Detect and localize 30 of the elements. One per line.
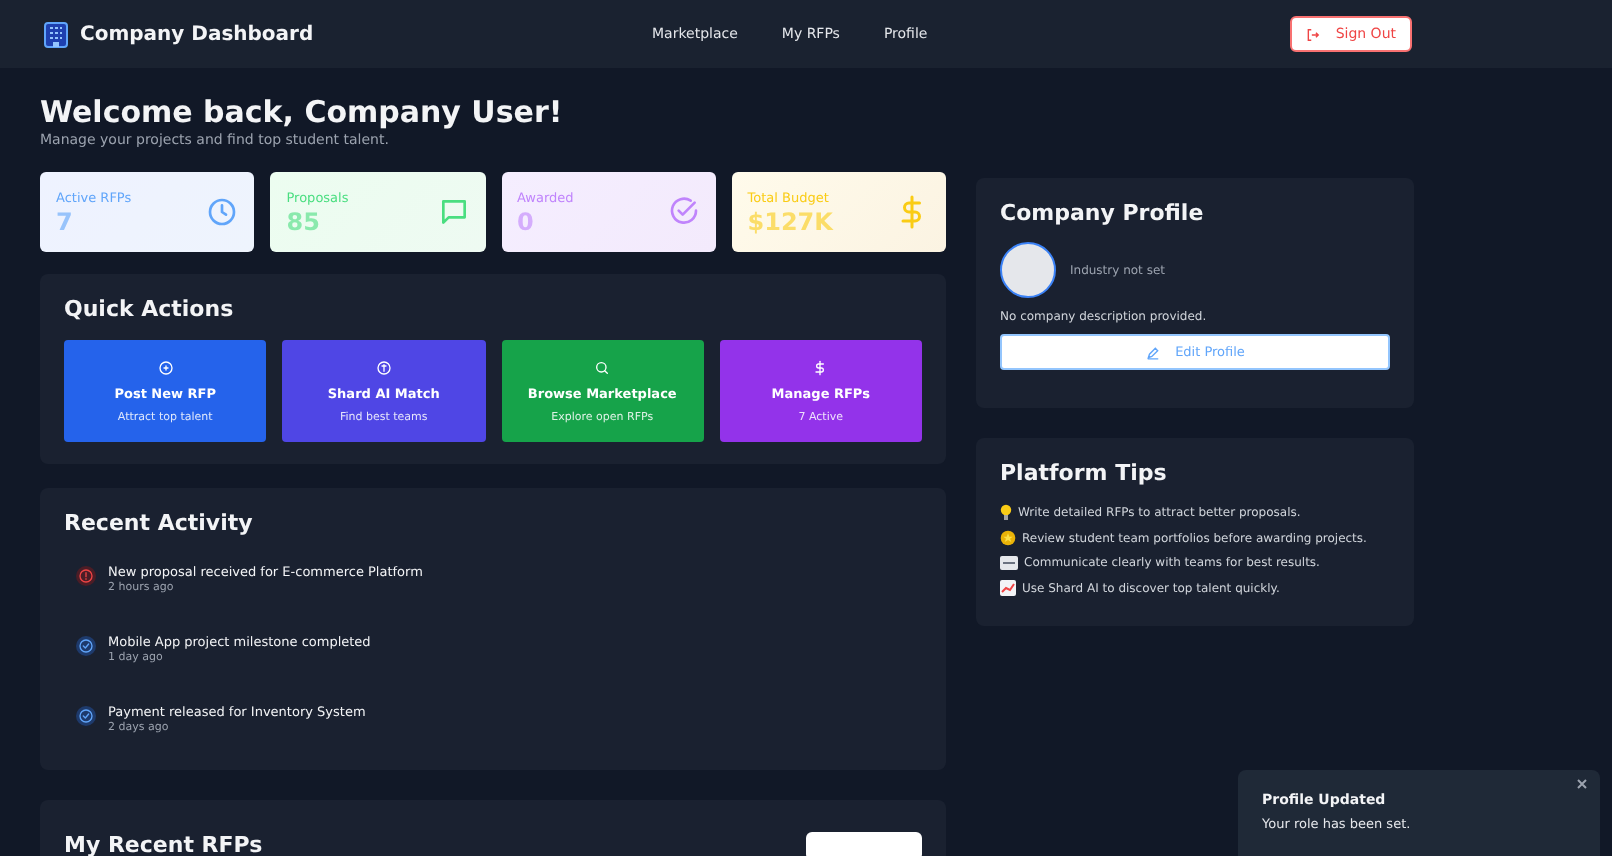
search-icon <box>594 359 611 375</box>
chat-bubble-icon <box>437 196 469 228</box>
plus-circle-icon <box>157 359 174 375</box>
sign-out-icon <box>1305 27 1320 41</box>
stat-value: 85 <box>286 207 322 235</box>
coin-icon <box>375 359 392 375</box>
dollar-icon <box>812 359 829 375</box>
stat-value: 0 <box>517 207 536 235</box>
pencil-icon <box>1145 345 1160 359</box>
star-icon <box>1000 530 1016 546</box>
chart-icon <box>1000 580 1016 596</box>
check-circle-icon <box>667 196 700 228</box>
panel-title: My Recent RFPs <box>64 832 263 856</box>
light-bulb-icon <box>1000 504 1012 520</box>
close-icon[interactable] <box>1576 778 1588 790</box>
check-circle-icon <box>76 636 96 656</box>
message-icon <box>1000 556 1018 570</box>
app-title: Company Dashboard <box>80 23 314 45</box>
panel-title: Quick Actions <box>64 296 236 322</box>
welcome-heading: Welcome back, Company User! <box>40 94 565 130</box>
panel-title: Company Profile <box>1000 200 1206 226</box>
stat-value: 7 <box>56 207 75 235</box>
alert-icon <box>76 566 96 586</box>
clock-icon <box>206 196 239 228</box>
check-circle-icon <box>76 706 96 726</box>
stat-value: $127K <box>747 207 833 235</box>
panel-title: Recent Activity <box>64 510 255 536</box>
building-icon <box>44 21 68 47</box>
panel-title: Platform Tips <box>1000 460 1169 486</box>
avatar-circle <box>1000 242 1056 298</box>
